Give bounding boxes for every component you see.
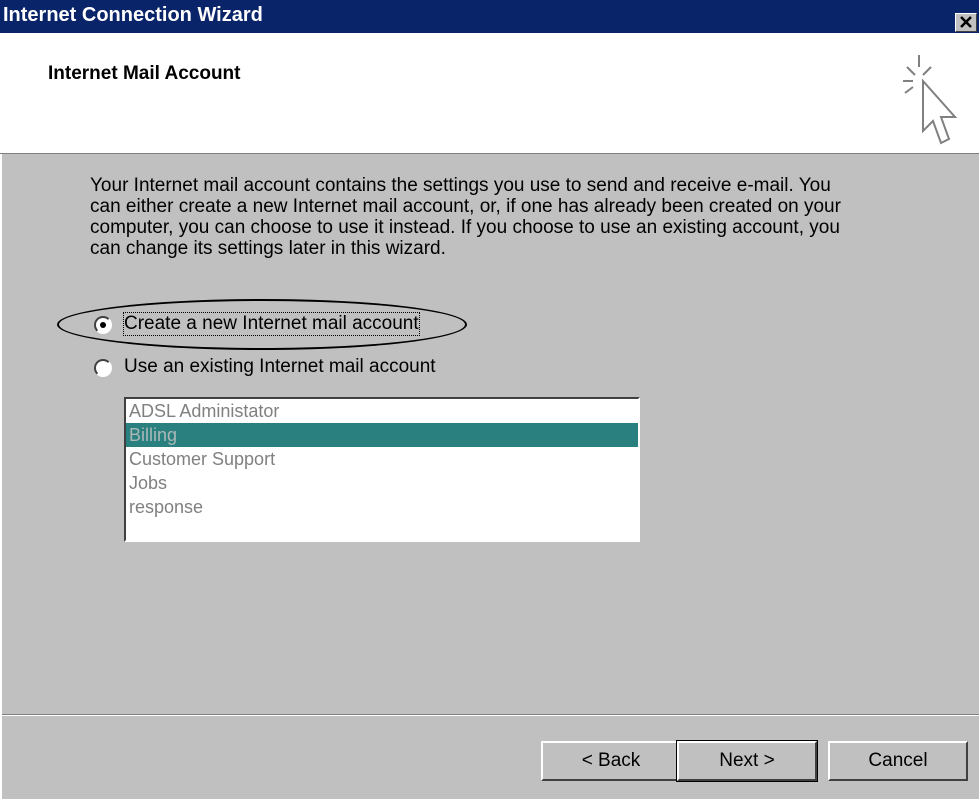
wizard-sparkle-cursor-icon [903,55,958,145]
cancel-button[interactable]: Cancel [828,741,968,781]
list-item[interactable]: ADSL Administator [126,399,638,423]
page-title: Internet Mail Account [48,63,241,84]
use-existing-label[interactable]: Use an existing Internet mail account [124,356,436,378]
list-item[interactable]: Jobs [126,471,638,495]
close-button[interactable] [955,13,977,32]
existing-accounts-list[interactable]: ADSL Administator Billing Customer Suppo… [124,397,640,542]
footer-divider [2,714,979,716]
list-item-selected[interactable]: Billing [126,423,638,447]
back-button[interactable]: < Back [541,741,681,781]
close-icon [960,16,972,28]
title-bar: Internet Connection Wizard [0,0,979,33]
create-new-label[interactable]: Create a new Internet mail account [123,312,420,336]
wizard-header: Internet Mail Account [0,33,979,154]
radio-selected-dot [100,322,106,328]
use-existing-radio[interactable] [94,359,112,377]
description-text: Your Internet mail account contains the … [90,175,841,259]
window-title: Internet Connection Wizard [3,4,263,26]
left-edge [0,154,2,799]
list-item[interactable]: response [126,495,638,519]
list-item[interactable]: Customer Support [126,447,638,471]
next-button[interactable]: Next > [676,740,818,782]
create-new-radio[interactable] [94,316,112,334]
